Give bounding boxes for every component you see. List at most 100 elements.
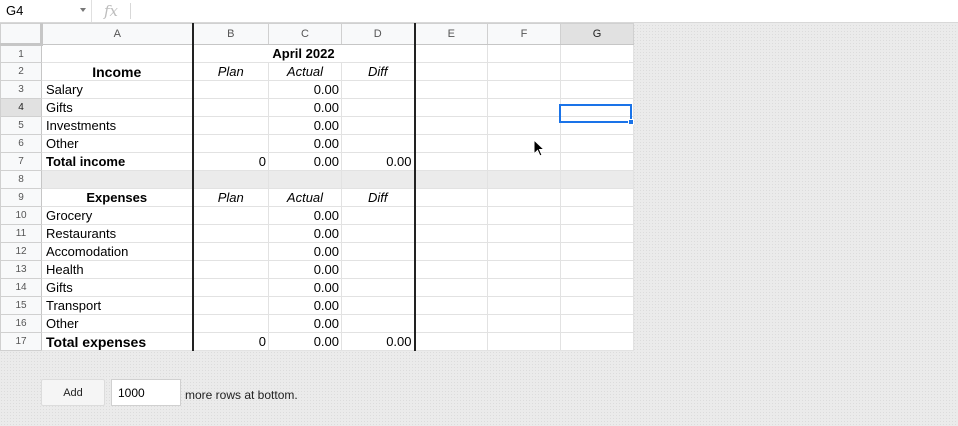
cell-d2[interactable]: Diff <box>341 62 416 81</box>
cell-g12[interactable] <box>560 242 634 261</box>
cell-b15[interactable] <box>192 296 269 315</box>
column-header-d[interactable]: D <box>341 23 416 45</box>
cell-e9[interactable] <box>414 188 488 207</box>
cell-d4[interactable] <box>341 98 416 117</box>
row-header[interactable]: 4 <box>0 98 42 117</box>
cell-b7[interactable]: 0 <box>192 152 269 171</box>
cell-d15[interactable] <box>341 296 416 315</box>
cell-b11[interactable] <box>192 224 269 243</box>
cell-e15[interactable] <box>414 296 488 315</box>
cell-e1[interactable] <box>414 44 488 63</box>
name-box[interactable]: G4 <box>0 0 92 22</box>
row-header[interactable]: 5 <box>0 116 42 135</box>
cell-g9[interactable] <box>560 188 634 207</box>
cell-c6[interactable]: 0.00 <box>268 134 342 153</box>
cell-g7[interactable] <box>560 152 634 171</box>
cell-a10[interactable]: Grocery <box>41 206 194 225</box>
cell-g15[interactable] <box>560 296 634 315</box>
column-header-e[interactable]: E <box>414 23 488 45</box>
cell-e4[interactable] <box>414 98 488 117</box>
cell-f8[interactable] <box>487 170 561 189</box>
cell-e11[interactable] <box>414 224 488 243</box>
fill-handle[interactable] <box>628 119 634 125</box>
column-header-a[interactable]: A <box>41 23 194 45</box>
chevron-down-icon[interactable] <box>80 8 86 12</box>
cell-c5[interactable]: 0.00 <box>268 116 342 135</box>
cell-c9[interactable]: Actual <box>268 188 342 207</box>
cell-b6[interactable] <box>192 134 269 153</box>
cell-f16[interactable] <box>487 314 561 333</box>
cell-e13[interactable] <box>414 260 488 279</box>
cell-g4-selected[interactable] <box>560 98 634 117</box>
cell-b14[interactable] <box>192 278 269 297</box>
cell-b16[interactable] <box>192 314 269 333</box>
cell-b12[interactable] <box>192 242 269 261</box>
cell-a15[interactable]: Transport <box>41 296 194 315</box>
cell-f6[interactable] <box>487 134 561 153</box>
cell-g10[interactable] <box>560 206 634 225</box>
cell-b3[interactable] <box>192 80 269 99</box>
row-header[interactable]: 7 <box>0 152 42 171</box>
cell-g14[interactable] <box>560 278 634 297</box>
cell-d8[interactable] <box>341 170 416 189</box>
cell-f10[interactable] <box>487 206 561 225</box>
cell-b9[interactable]: Plan <box>192 188 269 207</box>
row-header[interactable]: 9 <box>0 188 42 207</box>
cell-f13[interactable] <box>487 260 561 279</box>
cell-g13[interactable] <box>560 260 634 279</box>
cell-d14[interactable] <box>341 278 416 297</box>
cell-b10[interactable] <box>192 206 269 225</box>
row-header[interactable]: 14 <box>0 278 42 297</box>
cell-f7[interactable] <box>487 152 561 171</box>
cell-g2[interactable] <box>560 62 634 81</box>
cell-e5[interactable] <box>414 116 488 135</box>
row-header[interactable]: 16 <box>0 314 42 333</box>
cell-c2[interactable]: Actual <box>268 62 342 81</box>
cell-f17[interactable] <box>487 332 561 351</box>
cell-a3[interactable]: Salary <box>41 80 194 99</box>
column-header-b[interactable]: B <box>192 23 269 45</box>
cell-d9[interactable]: Diff <box>341 188 416 207</box>
cell-c15[interactable]: 0.00 <box>268 296 342 315</box>
cell-c17[interactable]: 0.00 <box>268 332 342 351</box>
cell-a13[interactable]: Health <box>41 260 194 279</box>
column-header-g[interactable]: G <box>560 23 634 45</box>
cell-e10[interactable] <box>414 206 488 225</box>
row-header[interactable]: 2 <box>0 62 42 81</box>
cell-a6[interactable]: Other <box>41 134 194 153</box>
cell-f11[interactable] <box>487 224 561 243</box>
cell-e16[interactable] <box>414 314 488 333</box>
cell-b8[interactable] <box>192 170 269 189</box>
cell-d11[interactable] <box>341 224 416 243</box>
row-header[interactable]: 1 <box>0 44 42 63</box>
cell-g5[interactable] <box>560 116 634 135</box>
cell-a7[interactable]: Total income <box>41 152 194 171</box>
cell-e17[interactable] <box>414 332 488 351</box>
cell-d7[interactable]: 0.00 <box>341 152 416 171</box>
row-header[interactable]: 13 <box>0 260 42 279</box>
cell-d5[interactable] <box>341 116 416 135</box>
cell-c14[interactable]: 0.00 <box>268 278 342 297</box>
cell-d3[interactable] <box>341 80 416 99</box>
cell-d17[interactable]: 0.00 <box>341 332 416 351</box>
cell-d12[interactable] <box>341 242 416 261</box>
cell-g1[interactable] <box>560 44 634 63</box>
cell-d6[interactable] <box>341 134 416 153</box>
cell-f12[interactable] <box>487 242 561 261</box>
cell-a11[interactable]: Restaurants <box>41 224 194 243</box>
cell-a4[interactable]: Gifts <box>41 98 194 117</box>
row-header[interactable]: 11 <box>0 224 42 243</box>
cell-c7[interactable]: 0.00 <box>268 152 342 171</box>
cell-b2[interactable]: Plan <box>192 62 269 81</box>
row-header[interactable]: 8 <box>0 170 42 189</box>
cell-a14[interactable]: Gifts <box>41 278 194 297</box>
cell-g11[interactable] <box>560 224 634 243</box>
column-header-f[interactable]: F <box>487 23 561 45</box>
cell-d13[interactable] <box>341 260 416 279</box>
cell-g17[interactable] <box>560 332 634 351</box>
cell-e3[interactable] <box>414 80 488 99</box>
cell-g3[interactable] <box>560 80 634 99</box>
cell-b4[interactable] <box>192 98 269 117</box>
cell-f3[interactable] <box>487 80 561 99</box>
column-header-c[interactable]: C <box>268 23 342 45</box>
